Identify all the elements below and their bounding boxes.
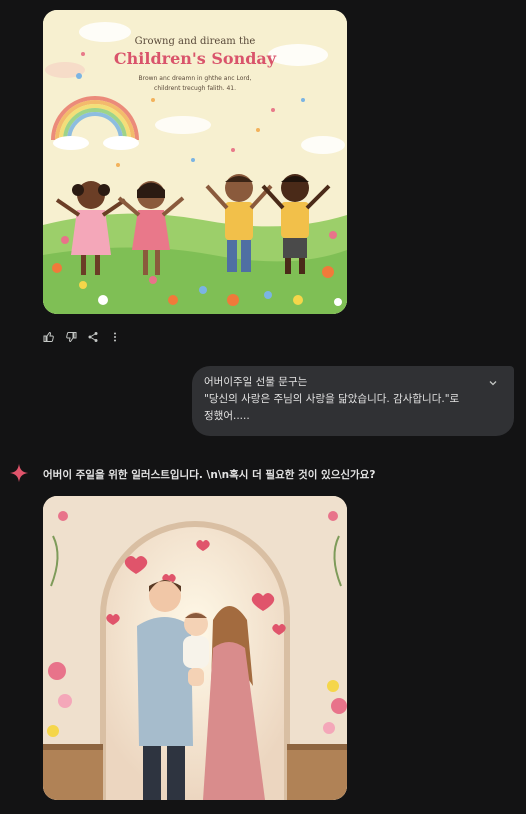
user-message-line-3: 정했어..... <box>204 410 250 422</box>
share-icon[interactable] <box>87 331 99 343</box>
more-vert-icon[interactable] <box>109 331 121 343</box>
image-title-top: Growng and diream the <box>135 36 256 47</box>
image-title-main: Children's Sonday <box>114 49 277 68</box>
thumbs-up-icon[interactable] <box>43 331 55 343</box>
assistant-message-text: 어버이 주일을 위한 일러스트입니다. \n\n혹시 더 필요한 것이 있으신가… <box>43 469 376 481</box>
gemini-sparkle-icon <box>8 462 30 484</box>
response-actions <box>43 330 121 344</box>
expand-chevron-icon[interactable] <box>486 376 500 390</box>
thumbs-down-icon[interactable] <box>65 331 77 343</box>
user-message-line-2: "당신의 사랑은 주님의 사랑을 닮았습니다. 감사합니다."로 <box>204 393 460 405</box>
user-message-line-1: 어버이주일 선물 문구는 <box>204 376 308 388</box>
image-subtitle-1: Brown anc dreamn in ghthe anc Lord, <box>139 75 252 82</box>
generated-image-parents-day[interactable] <box>43 496 347 800</box>
generated-image-childrens-sunday[interactable]: Growng and diream the Children's Sonday … <box>43 10 347 314</box>
assistant-avatar <box>8 462 30 484</box>
image-subtitle-2: childrent trecugh falith. 41. <box>154 85 236 92</box>
childrens-sunday-illustration: Growng and diream the Children's Sonday … <box>43 10 347 314</box>
user-message-bubble: 어버이주일 선물 문구는 "당신의 사랑은 주님의 사랑을 닮았습니다. 감사합… <box>192 366 514 436</box>
parents-day-illustration <box>43 496 347 800</box>
